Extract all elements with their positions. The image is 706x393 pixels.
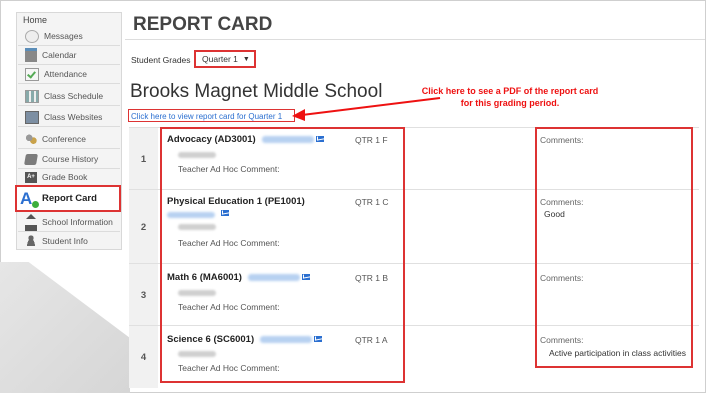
quarter-dropdown[interactable]: Quarter 1 ▼ [194,50,256,68]
gradebook-icon: A+ [25,171,37,183]
student-grades-label: Student Grades [131,55,191,65]
report-card-icon: A [20,189,39,208]
attendance-icon [25,67,39,81]
row-number: 2 [129,190,158,264]
sidebar-item-label: School Information [42,217,113,227]
sidebar-item-report-card[interactable]: A Report Card [15,185,121,212]
sidebar-item-label: Attendance [44,69,88,79]
schedule-icon [25,89,39,103]
view-report-card-pdf-link[interactable]: Click here to view report card for Quart… [128,109,295,122]
sidebar-item-attendance[interactable]: Attendance [18,65,120,84]
sidebar-item-class-websites[interactable]: Class Websites [18,108,120,127]
sidebar-item-label: Class Schedule [44,91,104,101]
sidebar-item-label: Course History [42,154,99,164]
sidebar-item-class-schedule[interactable]: Class Schedule [18,87,120,106]
sidebar: Home Messages Calendar Attendance Class … [15,12,122,250]
course-highlight-box [160,127,405,383]
page-title: REPORT CARD [133,14,273,35]
messages-icon [25,29,39,43]
websites-icon [25,110,39,124]
sidebar-home[interactable]: Home [23,15,47,25]
sidebar-item-label: Class Websites [44,112,103,122]
quarter-dropdown-value: Quarter 1 [202,54,238,64]
conference-icon [25,133,37,145]
sidebar-item-student-info[interactable]: Student Info [18,231,120,250]
sidebar-item-messages[interactable]: Messages [18,27,120,46]
sidebar-item-label: Conference [42,134,86,144]
school-icon [25,213,37,231]
row-number: 4 [129,326,158,388]
chevron-down-icon: ▼ [242,55,250,63]
sidebar-item-calendar[interactable]: Calendar [18,46,120,65]
sidebar-item-course-history[interactable]: Course History [18,150,120,169]
sidebar-item-label: Messages [44,31,83,41]
student-icon [25,235,37,246]
row-number: 3 [129,264,158,326]
sidebar-item-school-information[interactable]: School Information [18,213,120,232]
sidebar-item-label: Calendar [42,50,77,60]
annotation-arrow-icon [292,97,441,121]
sidebar-item-label: Report Card [42,193,97,204]
row-number: 1 [129,128,158,190]
sidebar-item-label: Student Info [42,235,88,246]
history-icon [24,153,38,165]
sidebar-item-conference[interactable]: Conference [18,130,120,149]
sidebar-item-label: Grade Book [42,172,88,182]
comments-highlight-box [535,127,693,368]
calendar-icon [25,48,37,62]
title-divider [125,39,705,40]
